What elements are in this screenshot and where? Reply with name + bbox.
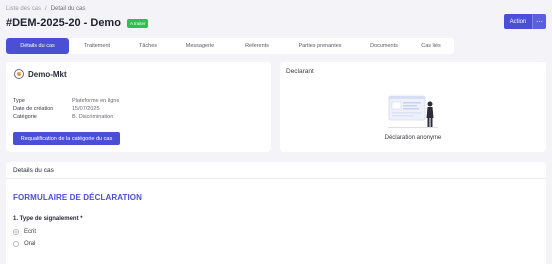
tab-traitement[interactable]: Traitement xyxy=(69,38,125,54)
tab-cas-lies[interactable]: Cas liés xyxy=(413,38,449,54)
radio-label: Oral xyxy=(24,241,36,247)
radio-unchecked[interactable] xyxy=(13,241,19,247)
info-key: Date de création xyxy=(13,106,54,112)
action-group: Action ⋯ xyxy=(504,14,546,29)
entity-name: Demo-Mkt xyxy=(28,69,67,79)
radio-option-ecrit[interactable]: Ecrit xyxy=(13,229,36,235)
tab-messagerie[interactable]: Messagerie xyxy=(171,38,229,54)
form-title: FORMULAIRE DE DÉCLARATION xyxy=(13,193,143,202)
radio-checked[interactable] xyxy=(13,229,19,235)
declarant-title: Declarant xyxy=(286,68,314,75)
declarant-card: Declarant Déclaration anonyme xyxy=(280,62,546,152)
info-row-category: Catégorie B. Discrimination xyxy=(13,113,119,121)
tab-referents[interactable]: Referents xyxy=(229,38,285,54)
title-row: #DEM-2025-20 - Demo A traiter xyxy=(6,17,149,29)
case-summary-card: Demo-Mkt Type Plateforme en ligne Date d… xyxy=(6,62,271,152)
tab-documents[interactable]: Documents xyxy=(355,38,413,54)
action-button[interactable]: Action xyxy=(504,14,532,29)
info-value: 15/07/2025 xyxy=(72,106,100,112)
question-title: 1. Type de signalement * xyxy=(13,216,83,222)
breadcrumb-separator: / xyxy=(45,6,47,12)
anonymous-person-illustration xyxy=(388,95,438,128)
more-options-button[interactable]: ⋯ xyxy=(532,14,546,29)
tab-details[interactable]: Détails du cas xyxy=(6,38,69,54)
status-badge: A traiter xyxy=(126,18,149,28)
details-header: Details du cas xyxy=(6,162,546,179)
tab-bar: Détails du cas Traitement Tâches Message… xyxy=(6,38,454,54)
info-row-type: Type Plateforme en ligne xyxy=(13,97,119,105)
case-details-card: Details du cas FORMULAIRE DE DÉCLARATION… xyxy=(6,162,546,264)
breadcrumb-root-link[interactable]: Liste des cas xyxy=(6,6,41,12)
entity-header: Demo-Mkt xyxy=(14,69,67,79)
tab-taches[interactable]: Tâches xyxy=(125,38,171,54)
breadcrumb-current: Detail du cas xyxy=(50,6,86,12)
requalification-button[interactable]: Requalification de la catégorie du cas xyxy=(13,132,120,145)
declaration-caption: Déclaration anonyme xyxy=(384,135,442,141)
case-info: Type Plateforme en ligne Date de créatio… xyxy=(13,97,119,121)
breadcrumb: Liste des cas / Detail du cas xyxy=(6,6,85,12)
info-value: B. Discrimination xyxy=(72,114,114,120)
more-icon: ⋯ xyxy=(536,18,543,26)
info-row-date: Date de création 15/07/2025 xyxy=(13,105,119,113)
radio-option-oral[interactable]: Oral xyxy=(13,241,35,247)
info-key: Type xyxy=(13,98,25,104)
info-value: Plateforme en ligne xyxy=(72,98,120,104)
info-key: Catégorie xyxy=(13,114,37,120)
tab-parties-prenantes[interactable]: Parties prenantes xyxy=(285,38,355,54)
page-title: #DEM-2025-20 - Demo xyxy=(6,17,121,29)
radio-label: Ecrit xyxy=(24,229,36,235)
entity-icon xyxy=(14,69,24,79)
